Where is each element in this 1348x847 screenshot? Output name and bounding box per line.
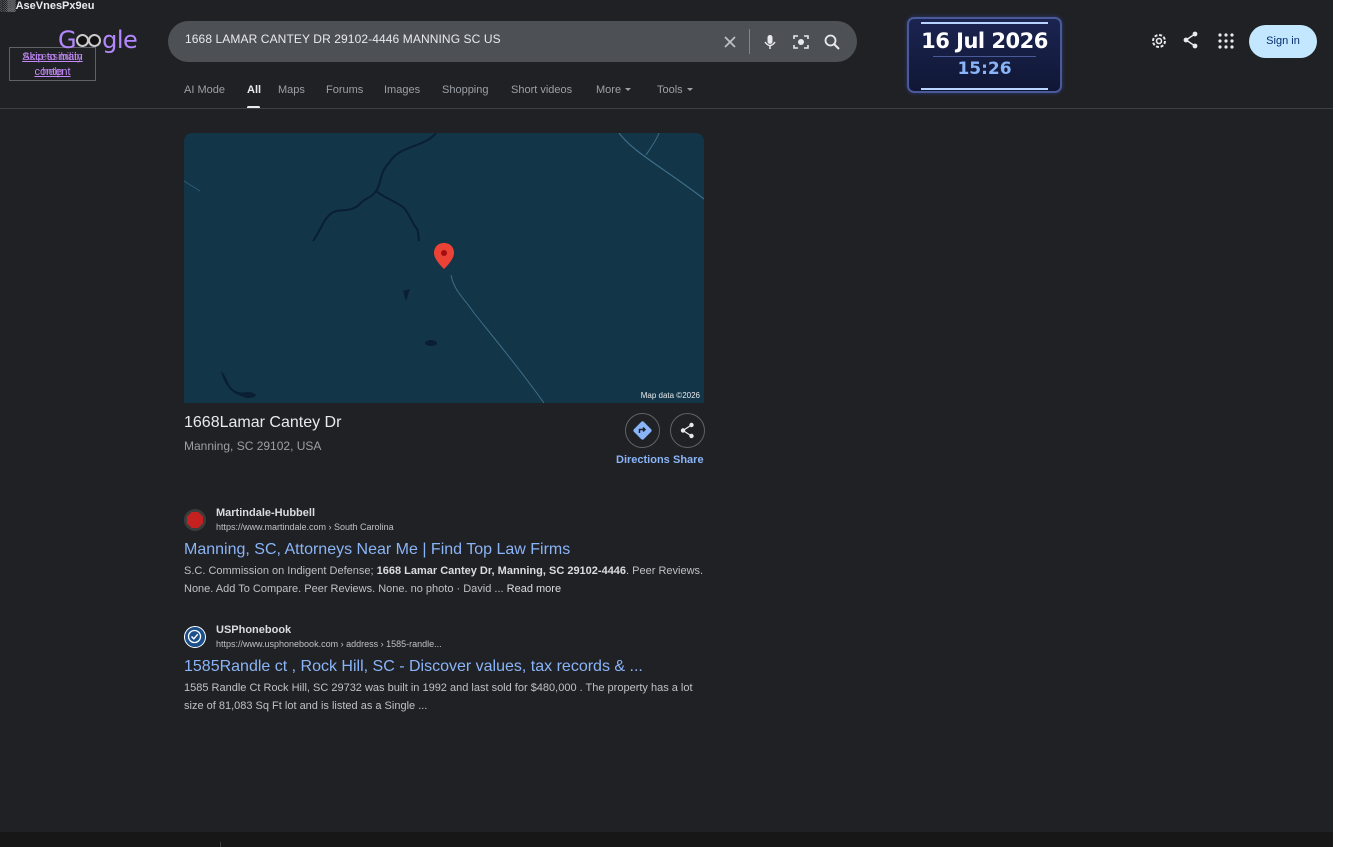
- sign-in-button[interactable]: Sign in: [1249, 25, 1317, 58]
- result-site-name[interactable]: Martindale-Hubbell: [216, 507, 315, 519]
- gear-icon[interactable]: [1149, 31, 1169, 51]
- tab-ai-mode[interactable]: AI Mode: [184, 84, 225, 96]
- share-place-button[interactable]: [670, 413, 705, 448]
- tab-all[interactable]: All: [247, 84, 261, 96]
- result-snippet: 1585 Randle Ct Rock Hill, SC 29732 was b…: [184, 682, 693, 712]
- result-snippet: S.C. Commission on Indigent Defense; 166…: [184, 562, 714, 598]
- tab-more-label: More: [596, 84, 622, 96]
- tab-more[interactable]: More: [596, 84, 632, 96]
- search-input[interactable]: 1668 LAMAR CANTEY DR 29102-4446 MANNING …: [185, 32, 501, 46]
- read-more-link[interactable]: Read more: [507, 583, 561, 595]
- share-icon[interactable]: [1181, 30, 1201, 50]
- logo-letter-g: G: [58, 26, 77, 54]
- header-divider: [0, 108, 1333, 109]
- date-time-widget: 16 Jul 2026 15:26: [907, 17, 1062, 93]
- clock-divider: [933, 56, 1036, 57]
- tab-shopping[interactable]: Shopping: [442, 84, 489, 96]
- place-title: 1668Lamar Cantey Dr: [184, 414, 342, 431]
- logo-ball-icon: [76, 32, 102, 50]
- chevron-down-icon: [625, 88, 632, 91]
- tab-tools[interactable]: Tools: [657, 84, 693, 96]
- apps-grid-icon[interactable]: [1216, 31, 1236, 51]
- directions-icon: [633, 421, 652, 440]
- clock-date: 16 Jul 2026: [921, 29, 1048, 53]
- lens-icon[interactable]: [791, 32, 811, 52]
- result-title-link[interactable]: 1585Randle ct , Rock Hill, SC - Discover…: [184, 658, 643, 676]
- clock-time: 15:26: [957, 59, 1012, 79]
- place-address: Manning, SC 29102, USA: [184, 439, 322, 453]
- location-map[interactable]: Map data ©2026: [184, 133, 704, 403]
- martindale-favicon-icon: [184, 509, 206, 531]
- tab-short-videos[interactable]: Short videos: [511, 84, 572, 96]
- mic-icon[interactable]: [760, 32, 780, 52]
- search-results-page: ░▒AseVnesPx9eu Skip to main Accessibilit…: [0, 0, 1333, 847]
- result-site-name[interactable]: USPhonebook: [216, 624, 291, 636]
- result-url[interactable]: https://www.martindale.com › South Carol…: [216, 522, 394, 532]
- tab-forums[interactable]: Forums: [326, 84, 363, 96]
- result-url[interactable]: https://www.usphonebook.com › address › …: [216, 639, 442, 649]
- map-attribution: Map data ©2026: [640, 391, 700, 400]
- usphonebook-favicon-icon: [184, 626, 206, 648]
- directions-button[interactable]: [625, 413, 660, 448]
- search-divider: [749, 29, 750, 54]
- logo-letters: gle: [102, 26, 138, 54]
- tab-images[interactable]: Images: [384, 84, 420, 96]
- clock-top-bar: [921, 22, 1048, 24]
- tab-tools-label: Tools: [657, 84, 683, 96]
- map-pin-icon: [434, 243, 454, 269]
- search-box[interactable]: 1668 LAMAR CANTEY DR 29102-4446 MANNING …: [168, 21, 857, 62]
- search-icon[interactable]: [822, 32, 842, 52]
- debug-overlay-text: ░▒AseVnesPx9eu: [0, 0, 95, 12]
- footer-bar: [0, 832, 1333, 847]
- share-icon: [680, 422, 694, 439]
- directions-label[interactable]: Directions: [616, 454, 670, 466]
- tab-maps[interactable]: Maps: [278, 84, 305, 96]
- share-label[interactable]: Share: [673, 454, 704, 466]
- footer-divider: [220, 842, 221, 847]
- result-title-link[interactable]: Manning, SC, Attorneys Near Me | Find To…: [184, 541, 570, 559]
- close-icon[interactable]: [720, 32, 740, 52]
- clock-bottom-bar: [921, 88, 1048, 90]
- help-link[interactable]: help: [10, 65, 95, 80]
- snippet-highlight: 1668 Lamar Cantey Dr, Manning, SC 29102-…: [376, 565, 627, 577]
- chevron-down-icon: [686, 88, 693, 91]
- snippet-text: S.C. Commission on Indigent Defense;: [184, 565, 377, 577]
- map-graphics: [184, 133, 704, 403]
- google-logo[interactable]: Ggle: [58, 26, 138, 54]
